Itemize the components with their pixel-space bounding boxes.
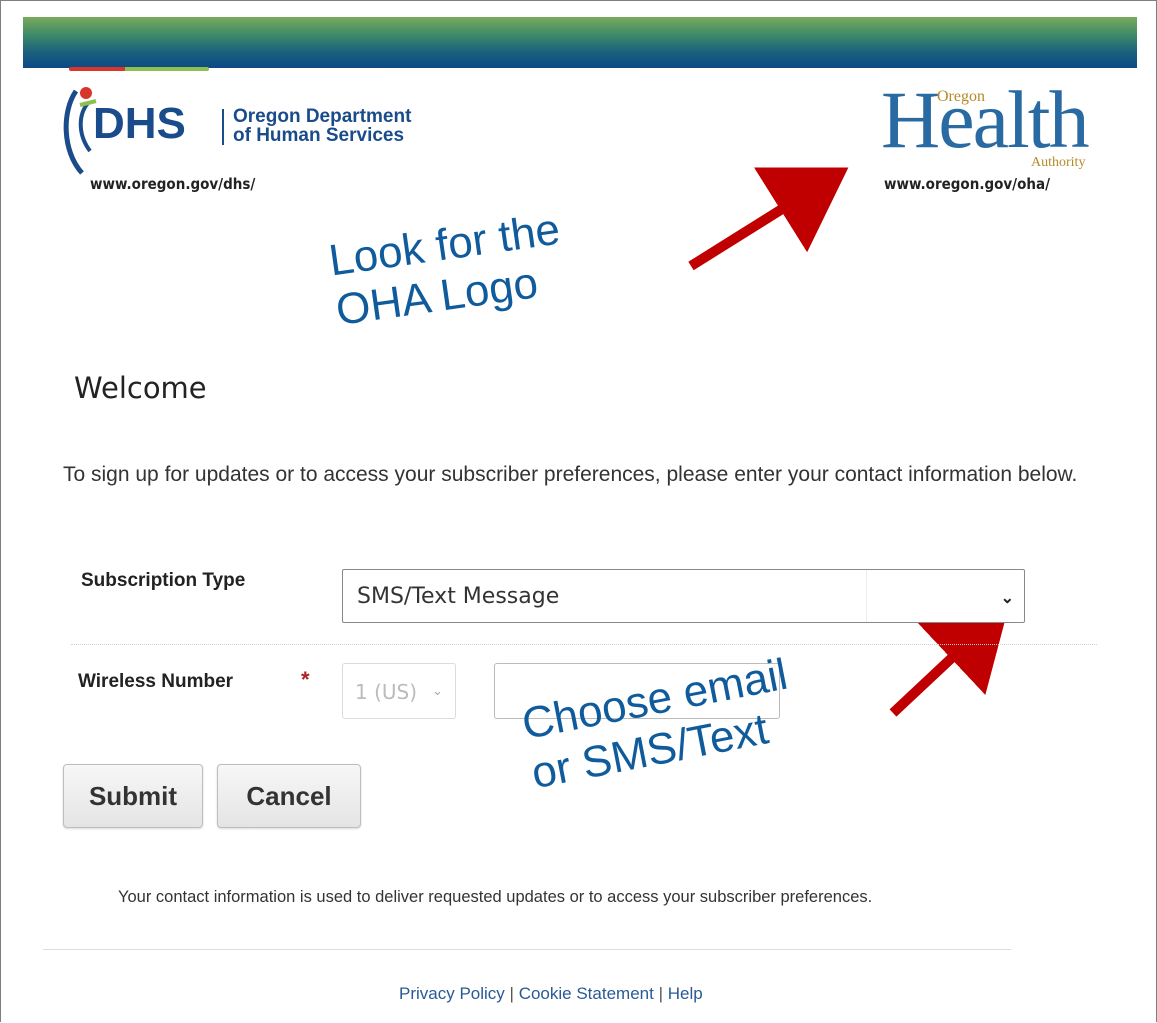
country-code-select[interactable]: 1 (US) ⌄ [342,663,456,719]
arrow-to-subscription-select [889,603,1010,717]
dhs-url[interactable]: www.oregon.gov/dhs/ [90,175,255,193]
select-inner-divider [866,570,867,622]
dhs-name-line1: Oregon Department [233,106,412,127]
header-accent-strip [69,67,209,71]
annotation-look-for-logo: Look for the OHA Logo [326,205,570,336]
privacy-policy-link[interactable]: Privacy Policy [399,984,505,1003]
wireless-number-label: Wireless Number [78,671,234,692]
chevron-down-icon: ⌄ [432,683,443,698]
chevron-down-icon: ⌄ [1000,590,1014,607]
arrow-to-oha-logo [688,167,849,271]
dhs-name: Oregon Department of Human Services [233,107,411,145]
oha-oregon-text: Oregon [937,88,985,105]
footer-separator: | [509,984,514,1003]
page-title: Welcome [74,371,207,405]
oha-authority-text: Authority [1031,155,1086,170]
dhs-letters: DHS [93,99,186,148]
intro-text: To sign up for updates or to access your… [63,463,1078,486]
form-row-divider [71,644,1097,645]
dhs-logo[interactable]: DHS Oregon Department of Human Services [56,81,436,181]
help-link[interactable]: Help [668,984,703,1003]
page-frame: DHS Oregon Department of Human Services … [0,0,1157,1022]
dhs-name-line2: of Human Services [233,125,405,146]
subscription-type-label: Subscription Type [81,570,246,591]
subscription-type-value: SMS/Text Message [357,584,560,609]
country-code-value: 1 (US) [355,680,418,704]
subscription-type-select[interactable]: SMS/Text Message ⌄ [342,569,1025,623]
contact-info-note: Your contact information is used to deli… [118,888,873,906]
submit-button[interactable]: Submit [63,764,203,828]
footer-links: Privacy Policy | Cookie Statement | Help [399,984,703,1004]
dhs-divider [222,109,224,145]
footer-separator: | [658,984,663,1003]
cancel-button[interactable]: Cancel [217,764,361,828]
oha-url[interactable]: www.oregon.gov/oha/ [884,175,1050,193]
footer-divider [43,949,1011,950]
oha-logo[interactable]: Health Oregon Authority [881,75,1106,177]
required-marker: * [301,667,310,692]
cookie-statement-link[interactable]: Cookie Statement [519,984,654,1003]
header-banner [23,17,1137,71]
